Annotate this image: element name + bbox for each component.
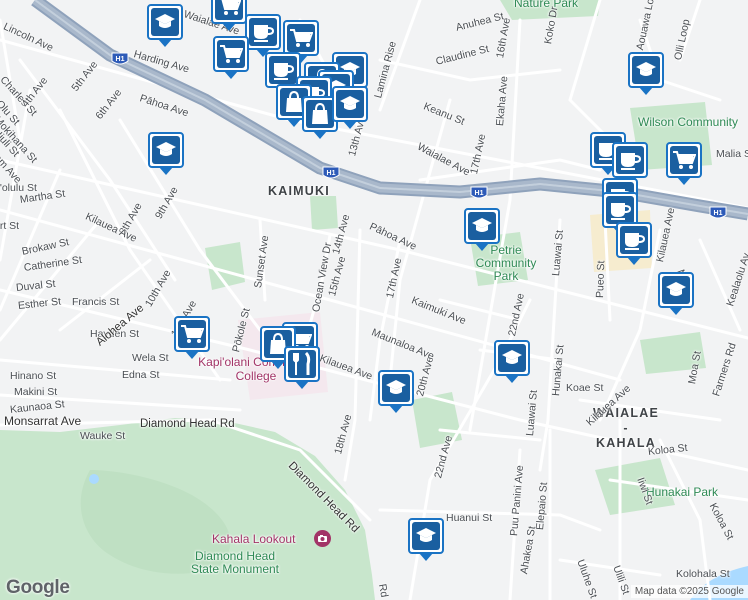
shopping-cart-icon <box>670 146 698 174</box>
shopping-bag-icon <box>306 100 334 128</box>
map-marker-grocery[interactable] <box>211 0 247 31</box>
shopping-cart-icon <box>287 24 315 52</box>
map-marker-school[interactable] <box>148 132 184 175</box>
graduation-cap-icon <box>412 522 440 550</box>
highway-shield-icon: H1 <box>322 166 340 180</box>
street-label: Monsarrat Ave <box>4 414 82 428</box>
park-label: Wilson Community <box>638 115 739 129</box>
map-marker-school[interactable] <box>464 208 500 251</box>
map-marker-school[interactable] <box>408 518 444 561</box>
coffee-cup-icon <box>606 196 634 224</box>
camera-icon[interactable] <box>314 530 331 547</box>
street-label: Koae St <box>566 382 604 394</box>
graduation-cap-icon <box>151 8 179 36</box>
map-marker-grocery[interactable] <box>213 36 249 79</box>
google-logo: Google <box>6 577 70 598</box>
street-label: Kolohala St <box>676 568 730 580</box>
map-view[interactable]: H1 H1 H1 H1 KAIMUKI WAIALAE - KAHALA Nat… <box>0 0 748 600</box>
svg-text:H1: H1 <box>475 190 484 197</box>
shopping-cart-icon <box>178 320 206 348</box>
coffee-cup-icon <box>620 226 648 254</box>
street-label: Diamond Head Rd <box>140 418 235 430</box>
map-marker-school[interactable] <box>147 4 183 47</box>
map-marker-school[interactable] <box>494 340 530 383</box>
map-attribution: Map data ©2025 Google <box>630 585 748 598</box>
map-marker-cafe[interactable] <box>616 222 652 265</box>
highway-shield-icon: H1 <box>709 206 727 220</box>
street-label: Makini St <box>14 386 58 398</box>
graduation-cap-icon <box>632 56 660 84</box>
street-label: Hinano St <box>10 370 57 382</box>
coffee-cup-icon <box>249 18 277 46</box>
graduation-cap-icon <box>336 90 364 118</box>
park-label: Hunakai Park <box>646 485 719 499</box>
graduation-cap-icon <box>498 344 526 372</box>
graduation-cap-icon <box>152 136 180 164</box>
map-marker-school[interactable] <box>628 52 664 95</box>
map-marker-grocery[interactable] <box>283 20 319 63</box>
svg-text:H1: H1 <box>327 170 336 177</box>
graduation-cap-icon <box>662 276 690 304</box>
street-label: Huanui St <box>446 512 493 524</box>
shopping-cart-icon <box>215 0 243 20</box>
graduation-cap-icon <box>382 374 410 402</box>
street-label: Malia St <box>716 148 748 160</box>
map-marker-grocery[interactable] <box>666 142 702 185</box>
highway-shield-icon: H1 <box>111 52 129 66</box>
map-marker-grocery[interactable] <box>174 316 210 359</box>
street-label: Francis St <box>72 296 120 308</box>
park-label: Diamond Head State Monument <box>190 549 280 576</box>
svg-text:H1: H1 <box>714 210 723 217</box>
map-marker-cafe[interactable] <box>612 142 648 185</box>
street-label: Wauke St <box>80 430 126 442</box>
street-label: Edna St <box>122 369 160 381</box>
map-marker-restaurant[interactable] <box>284 346 320 389</box>
shield-label: H1 <box>116 56 125 63</box>
street-label: Pueo St <box>594 260 608 299</box>
map-marker-school[interactable] <box>332 86 368 129</box>
coffee-cup-icon <box>616 146 644 174</box>
street-label: Wela St <box>132 352 169 364</box>
park-label: Nature Park <box>514 0 579 10</box>
street-label: Rd <box>376 582 391 599</box>
map-marker-school[interactable] <box>658 272 694 315</box>
map-marker-school[interactable] <box>378 370 414 413</box>
map-marker-cafe[interactable] <box>245 14 281 57</box>
lookout-label: Kahala Lookout <box>212 532 296 546</box>
coffee-cup-icon <box>269 56 297 84</box>
shopping-cart-icon <box>217 40 245 68</box>
graduation-cap-icon <box>468 212 496 240</box>
highway-shield-icon: H1 <box>470 186 488 200</box>
street-label: ert St <box>0 220 20 232</box>
fork-knife-icon <box>288 350 316 378</box>
neighborhood-label: KAIMUKI <box>268 184 330 198</box>
